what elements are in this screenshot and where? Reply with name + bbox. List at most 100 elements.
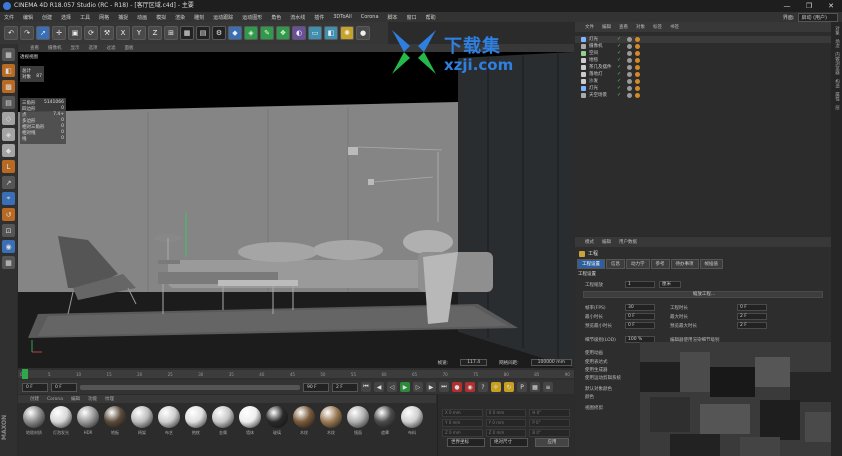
attribute-menu-item[interactable]: 编辑 [602, 239, 611, 245]
coord-mode-dropdown[interactable]: 世界坐标 [447, 438, 485, 447]
object-menu-item[interactable]: 文件 [585, 24, 594, 30]
menu-item[interactable]: 插件 [314, 14, 324, 21]
object-name[interactable]: 灯光 [589, 85, 598, 92]
preview-max-field[interactable]: 2 F [737, 322, 767, 329]
material-tag-icon[interactable] [627, 93, 632, 98]
right-tab[interactable]: 内容浏览器 [834, 52, 840, 75]
axis-mode-icon[interactable]: L [2, 160, 15, 173]
use-generator-label[interactable]: 使用生成器 [585, 367, 608, 373]
right-tab[interactable]: 场次 [834, 39, 840, 48]
viewport-menu-item[interactable]: 摄像机 [48, 45, 62, 51]
material-tag-icon[interactable] [627, 86, 632, 91]
quantize-icon[interactable]: ↺ [2, 208, 15, 221]
material-swatch[interactable]: 地毯材质 [22, 406, 46, 436]
phong-tag-icon[interactable] [635, 44, 640, 49]
pos-z-field[interactable]: Z 0 mm [442, 429, 483, 437]
menu-item[interactable]: 工具 [80, 14, 90, 21]
render-settings-icon[interactable]: ⚙ [212, 26, 226, 40]
attribute-tab[interactable]: 参考 [650, 259, 670, 269]
rot-b-field[interactable]: B 0° [529, 429, 571, 437]
timeline-playhead[interactable] [22, 369, 28, 379]
phong-tag-icon[interactable] [635, 93, 640, 98]
use-animation-label[interactable]: 使用动画 [585, 350, 603, 356]
material-menu-item[interactable]: 纹理 [105, 396, 114, 402]
menu-item[interactable]: 模拟 [156, 14, 166, 21]
snap-icon[interactable]: ⌖ [2, 192, 15, 205]
layout-selector[interactable]: 界面: 启动 (用户) [783, 12, 838, 22]
scale-field[interactable]: 1 [625, 281, 655, 288]
use-expression-label[interactable]: 使用表达式 [585, 359, 608, 365]
prev-frame-icon[interactable]: ◁ [387, 382, 397, 392]
next-key-icon[interactable]: ▶ [426, 382, 436, 392]
viewport-menu-item[interactable]: 查看 [30, 45, 39, 51]
material-swatch[interactable]: 遮罩 [373, 406, 397, 436]
attribute-menu-item[interactable]: 模式 [585, 239, 594, 245]
material-menu-item[interactable]: 编辑 [71, 396, 80, 402]
material-swatch[interactable]: 地板 [103, 406, 127, 436]
object-menu-item[interactable]: 书签 [670, 24, 679, 30]
start-frame-field[interactable]: 0 F [22, 382, 48, 392]
visibility-check-icon[interactable]: ✓ [617, 65, 622, 70]
visibility-check-icon[interactable]: ✓ [617, 86, 622, 91]
visibility-check-icon[interactable]: ✓ [617, 37, 622, 42]
phong-tag-icon[interactable] [635, 86, 640, 91]
right-tab[interactable]: 构造 [834, 79, 840, 88]
render-picture-viewer-icon[interactable]: ▤ [196, 26, 210, 40]
edges-mode-icon[interactable]: ◈ [2, 128, 15, 141]
play-icon[interactable]: ▶ [400, 382, 410, 392]
menu-item[interactable]: 文件 [4, 14, 14, 21]
goto-end-icon[interactable]: ⏭ [439, 382, 449, 392]
menu-item[interactable]: 动画 [137, 14, 147, 21]
maximize-button[interactable]: ❐ [798, 0, 820, 12]
size-z-field[interactable]: Z 0 mm [485, 429, 527, 437]
solo-icon[interactable]: ◉ [2, 240, 15, 253]
scale-project-button[interactable]: 缩放工程... [583, 291, 823, 298]
rotate-icon[interactable]: ⟳ [84, 26, 98, 40]
attribute-tab[interactable]: 信息 [606, 259, 625, 269]
cube-icon[interactable]: ◆ [228, 26, 242, 40]
material-tag-icon[interactable] [627, 65, 632, 70]
right-tab[interactable]: 层 [834, 105, 840, 110]
workplane-lock-icon[interactable]: ⊡ [2, 224, 15, 237]
scale-unit-dropdown[interactable]: 厘米 [659, 281, 681, 288]
position-key-icon[interactable]: ✛ [491, 382, 501, 392]
phong-tag-icon[interactable] [635, 65, 640, 70]
make-editable-icon[interactable]: ▦ [2, 48, 15, 61]
object-row[interactable]: 地毯 ✓ [575, 57, 831, 64]
object-name[interactable]: 摄像机 [589, 43, 603, 50]
object-name[interactable]: 灯光 [589, 36, 598, 43]
param-key-icon[interactable]: P [517, 382, 527, 392]
object-name[interactable]: 茶几及摆件 [589, 64, 612, 71]
current-frame-field[interactable]: 0 F [51, 382, 77, 392]
material-swatch[interactable]: 木纹 [292, 406, 316, 436]
rotation-key-icon[interactable]: ↻ [504, 382, 514, 392]
undo-icon[interactable]: ↶ [4, 26, 18, 40]
material-swatch[interactable]: 镜面 [346, 406, 370, 436]
deformer-icon[interactable]: ◐ [292, 26, 306, 40]
texture-mode-icon[interactable]: ▩ [2, 80, 15, 93]
material-menu-item[interactable]: 功能 [88, 396, 97, 402]
apply-button[interactable]: 应用 [535, 438, 569, 447]
menu-item[interactable]: 创建 [42, 14, 52, 21]
pla-key-icon[interactable]: ▦ [530, 382, 540, 392]
material-tag-icon[interactable] [627, 37, 632, 42]
pos-y-field[interactable]: Y 0 mm [442, 419, 483, 427]
workplane-icon[interactable]: ▤ [2, 96, 15, 109]
object-row[interactable]: 天空场景 ✓ [575, 92, 831, 99]
attribute-tab[interactable]: 动力学 [626, 259, 650, 269]
menu-item[interactable]: 帮助 [426, 14, 436, 21]
object-name[interactable]: 落地灯 [589, 71, 603, 78]
coord-system-icon[interactable]: ⊞ [164, 26, 178, 40]
material-menu-item[interactable]: Corona [47, 397, 63, 402]
min-time-field[interactable]: 0 F [625, 313, 655, 320]
visibility-check-icon[interactable]: ✓ [617, 51, 622, 56]
model-mode-icon[interactable]: ◧ [2, 64, 15, 77]
object-row[interactable]: 灯光 ✓ [575, 85, 831, 92]
material-swatch[interactable]: 布料 [400, 406, 424, 436]
tweak-mode-icon[interactable]: ↗ [2, 176, 15, 189]
axis-z-icon[interactable]: Z [148, 26, 162, 40]
material-menu-item[interactable]: 创建 [30, 396, 39, 402]
move-icon[interactable]: ✛ [52, 26, 66, 40]
phong-tag-icon[interactable] [635, 79, 640, 84]
object-menu-item[interactable]: 对象 [636, 24, 645, 30]
